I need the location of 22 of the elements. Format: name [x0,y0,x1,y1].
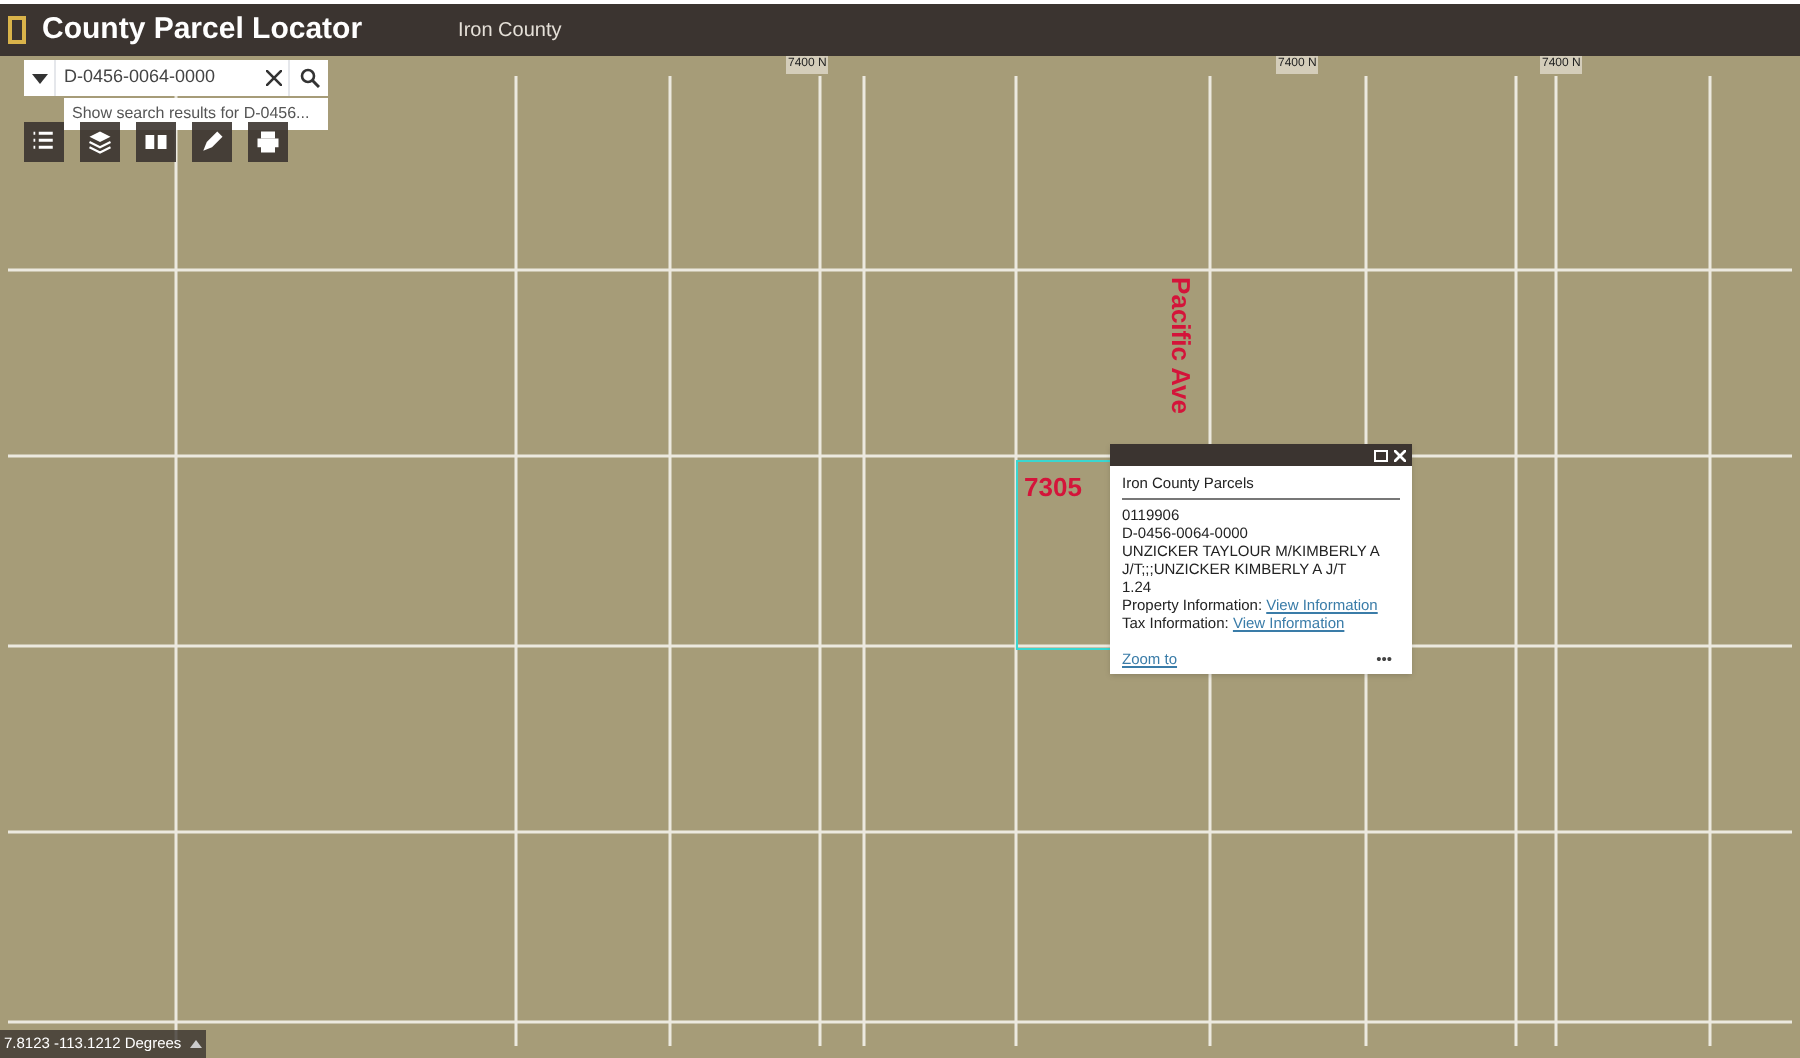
street-label: Pacific Ave [1163,277,1198,414]
search-dropdown-button[interactable] [24,60,56,96]
caret-up-icon[interactable] [189,1040,202,1048]
toolbar-button[interactable] [192,122,232,162]
parcel-number-label: 7305 [1024,470,1082,506]
toolbar-button[interactable] [80,122,120,162]
app-title: County Parcel Locator [42,9,363,50]
close-icon [266,70,282,86]
search-field[interactable]: D-0456-0064-0000 [56,60,260,96]
toolbar-button[interactable] [248,122,288,162]
toolbar-button[interactable] [136,122,176,162]
logo-icon [8,16,26,44]
maximize-icon[interactable] [1374,449,1388,461]
layers-icon [86,128,114,156]
clear-button[interactable] [260,60,288,96]
caret-icon [31,73,47,83]
toolbar-button[interactable] [24,122,64,162]
app-subtitle: Iron County [458,17,562,45]
search-icon [299,68,319,88]
search-button[interactable] [288,60,328,96]
close-icon[interactable] [1394,449,1406,461]
printer-icon [254,128,282,156]
